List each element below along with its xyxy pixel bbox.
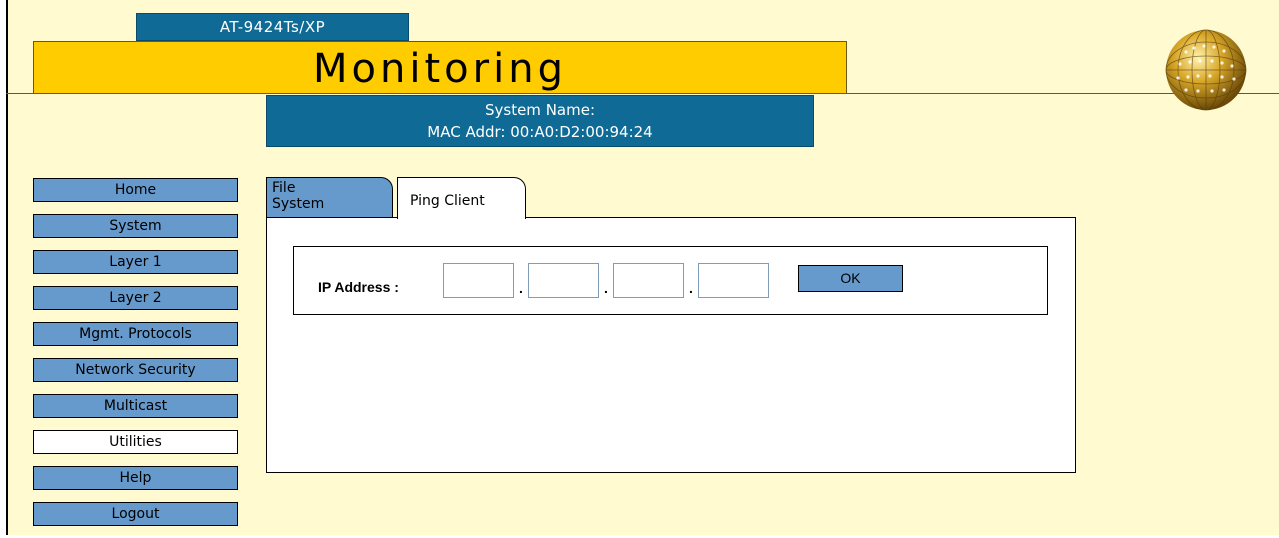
nav-mgmt-protocols-button[interactable]: Mgmt. Protocols <box>33 322 238 346</box>
nav-utilities-button[interactable]: Utilities <box>33 430 238 454</box>
ip-octet-3-input[interactable] <box>613 263 684 298</box>
tab-file-system[interactable]: File System <box>266 177 393 217</box>
ip-address-label: IP Address : <box>318 279 399 295</box>
ip-octet-4-input[interactable] <box>698 263 769 298</box>
mac-address-text: MAC Addr: 00:A0:D2:00:94:24 <box>427 123 653 141</box>
nav-layer2-button[interactable]: Layer 2 <box>33 286 238 310</box>
model-label: AT-9424Ts/XP <box>136 13 409 41</box>
nav-home-button[interactable]: Home <box>33 178 238 202</box>
nav-multicast-button[interactable]: Multicast <box>33 394 238 418</box>
nav-layer1-button[interactable]: Layer 1 <box>33 250 238 274</box>
nav-logout-button[interactable]: Logout <box>33 502 238 526</box>
ip-separator: . <box>604 280 608 296</box>
ip-octet-1-input[interactable] <box>443 263 514 298</box>
sidebar-nav: Home System Layer 1 Layer 2 Mgmt. Protoc… <box>33 178 239 538</box>
system-info-box: System Name: MAC Addr: 00:A0:D2:00:94:24 <box>266 95 814 147</box>
nav-help-button[interactable]: Help <box>33 466 238 490</box>
ok-button[interactable]: OK <box>798 265 903 292</box>
ip-separator: . <box>689 280 693 296</box>
ip-octet-2-input[interactable] <box>528 263 599 298</box>
system-name-text: System Name: <box>484 101 595 119</box>
globe-logo-icon <box>1165 29 1247 111</box>
header-divider <box>6 93 1279 94</box>
page-title: Monitoring <box>313 46 567 92</box>
nav-system-button[interactable]: System <box>33 214 238 238</box>
section-title-bar: Monitoring <box>33 41 847 94</box>
ip-separator: . <box>519 280 523 296</box>
tab-ping-client[interactable]: Ping Client <box>397 177 526 219</box>
nav-network-security-button[interactable]: Network Security <box>33 358 238 382</box>
